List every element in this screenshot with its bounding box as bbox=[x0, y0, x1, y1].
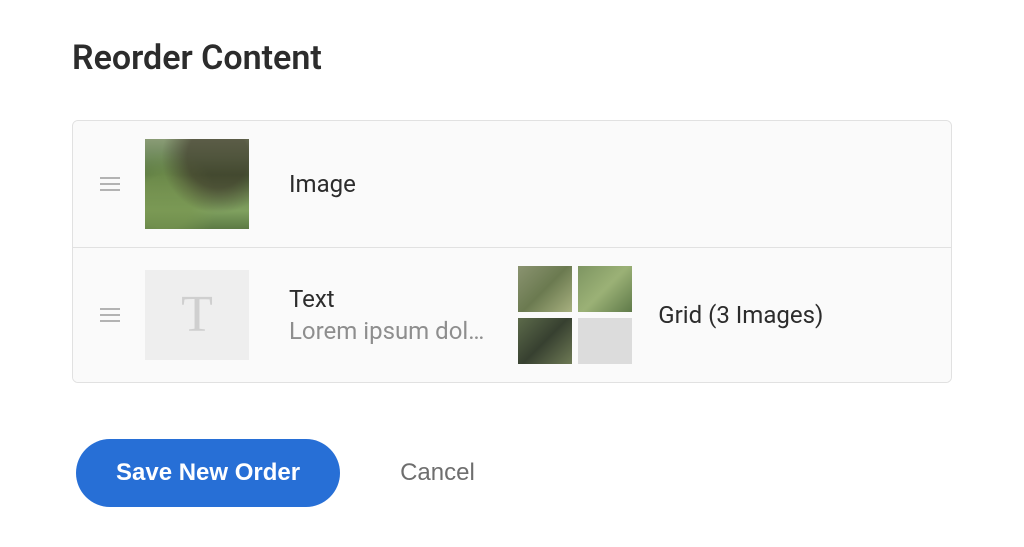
content-list: Image T Text Lorem ipsum dol… bbox=[72, 120, 952, 383]
content-row-text-grid[interactable]: T Text Lorem ipsum dol… Grid (3 Images) bbox=[73, 247, 951, 382]
item-label: Image bbox=[289, 170, 356, 198]
item-label: Grid (3 Images) bbox=[658, 301, 823, 329]
text-thumbnail: T bbox=[145, 270, 249, 360]
save-button[interactable]: Save New Order bbox=[76, 439, 340, 507]
image-thumbnail bbox=[145, 139, 249, 229]
grid-thumb-empty bbox=[578, 318, 632, 364]
grid-thumb bbox=[518, 318, 572, 364]
content-row-image[interactable]: Image bbox=[73, 121, 951, 247]
page-title: Reorder Content bbox=[72, 38, 952, 78]
actions-bar: Save New Order Cancel bbox=[72, 439, 952, 507]
cancel-button[interactable]: Cancel bbox=[400, 459, 475, 487]
grid-thumbnails bbox=[518, 266, 632, 364]
drag-handle-icon[interactable] bbox=[99, 177, 121, 191]
item-subtitle: Lorem ipsum dol… bbox=[289, 317, 484, 345]
item-label: Text bbox=[289, 285, 484, 313]
grid-thumb bbox=[518, 266, 572, 312]
grid-thumb bbox=[578, 266, 632, 312]
text-icon: T bbox=[181, 289, 213, 341]
drag-handle-icon[interactable] bbox=[99, 308, 121, 322]
